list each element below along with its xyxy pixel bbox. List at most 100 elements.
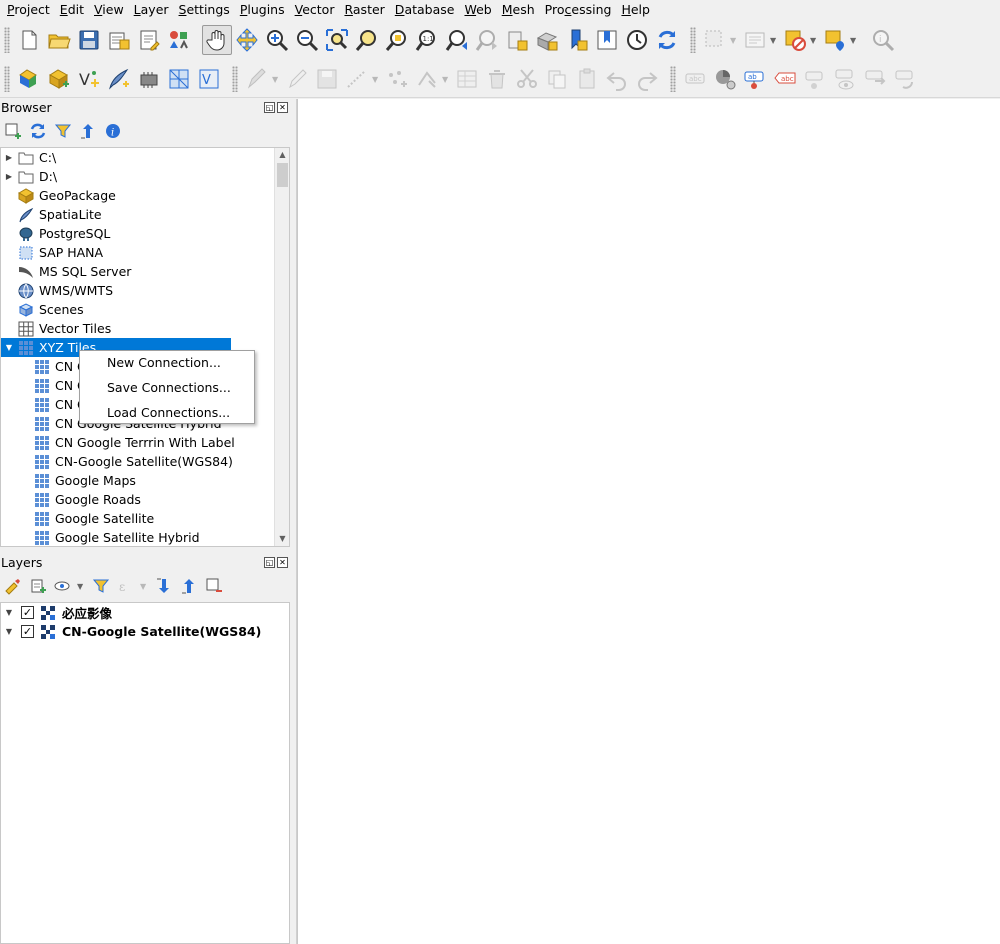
expression-dropdown-icon[interactable]: ▼ — [140, 582, 150, 591]
show-bookmarks-button[interactable] — [592, 25, 622, 55]
load-connections-menu-item[interactable]: Load Connections... — [80, 402, 254, 427]
scrollbar-thumb[interactable] — [277, 163, 288, 187]
filter-icon[interactable] — [52, 120, 74, 142]
close-panel-icon[interactable]: ✕ — [277, 102, 288, 113]
new-connection-menu-item[interactable]: New Connection... — [80, 352, 254, 377]
new-mesh-layer-button[interactable] — [164, 64, 194, 94]
show-hide-labels-button[interactable] — [830, 64, 860, 94]
toolbar-handle[interactable] — [690, 27, 696, 53]
highlight-pinned-labels-button[interactable]: ab — [740, 64, 770, 94]
zoom-to-selection-button[interactable] — [352, 25, 382, 55]
browser-item-vector-tiles[interactable]: Vector Tiles — [1, 319, 289, 338]
select-features-dropdown-icon[interactable]: ▼ — [730, 36, 740, 45]
add-group-icon[interactable] — [27, 575, 49, 597]
undo-button[interactable] — [602, 64, 632, 94]
vertex-tool-button[interactable] — [412, 64, 442, 94]
add-layer-icon[interactable] — [2, 120, 24, 142]
layer-labeling-options-button[interactable]: abc — [680, 64, 710, 94]
browser-item-geopackage[interactable]: GeoPackage — [1, 186, 289, 205]
browser-item-scenes[interactable]: Scenes — [1, 300, 289, 319]
pan-to-selection-button[interactable] — [232, 25, 262, 55]
save-layer-edits-button[interactable] — [312, 64, 342, 94]
map-canvas[interactable] — [297, 99, 1000, 944]
save-connections-menu-item[interactable]: Save Connections... — [80, 377, 254, 402]
remove-layer-icon[interactable] — [203, 575, 225, 597]
add-point-feature-button[interactable] — [382, 64, 412, 94]
deselect-features-button[interactable] — [780, 25, 810, 55]
panel-splitter[interactable] — [290, 99, 297, 944]
layer-item[interactable]: ▼ ✓ CN-Google Satellite(WGS84) — [1, 622, 289, 641]
browser-item-postgresql[interactable]: PostgreSQL — [1, 224, 289, 243]
save-as-button[interactable] — [104, 25, 134, 55]
menu-help[interactable]: Help — [616, 0, 655, 20]
pan-map-button[interactable] — [202, 25, 232, 55]
menu-database[interactable]: Database — [390, 0, 460, 20]
toggle-label-display-button[interactable]: abc — [770, 64, 800, 94]
print-layout-button[interactable] — [134, 25, 164, 55]
zoom-out-button[interactable] — [292, 25, 322, 55]
manage-visibility-icon[interactable] — [52, 575, 74, 597]
browser-item-d[interactable]: ▶ D:\ — [1, 167, 289, 186]
layer-visibility-checkbox[interactable]: ✓ — [21, 625, 34, 638]
select-features-button[interactable] — [700, 25, 730, 55]
refresh-icon[interactable] — [27, 120, 49, 142]
expand-all-icon[interactable] — [153, 575, 175, 597]
menu-web[interactable]: Web — [459, 0, 496, 20]
toolbar-handle[interactable] — [232, 66, 238, 92]
float-panel-icon[interactable]: ◱ — [264, 102, 275, 113]
browser-item-spatialite[interactable]: SpatiaLite — [1, 205, 289, 224]
deselect-dropdown-icon[interactable]: ▼ — [810, 36, 820, 45]
menu-edit[interactable]: Edit — [55, 0, 89, 20]
vertex-tool-dropdown-icon[interactable]: ▼ — [442, 75, 452, 84]
expand-arrow-icon[interactable]: ▶ — [1, 153, 17, 162]
layer-diagram-options-button[interactable] — [710, 64, 740, 94]
current-edits-button[interactable] — [242, 64, 272, 94]
menu-project[interactable]: Project — [2, 0, 55, 20]
current-edits-dropdown-icon[interactable]: ▼ — [272, 75, 282, 84]
menu-processing[interactable]: Processing — [540, 0, 617, 20]
filter-expression-icon[interactable]: ε — [115, 575, 137, 597]
xyz-connection-item[interactable]: Google Maps — [1, 471, 289, 490]
float-panel-icon[interactable]: ◱ — [264, 557, 275, 568]
zoom-native-resolution-button[interactable]: 1:1 — [412, 25, 442, 55]
xyz-connection-item[interactable]: Google Satellite Hybrid — [1, 528, 289, 546]
digitize-dropdown-icon[interactable]: ▼ — [372, 75, 382, 84]
data-source-manager-button[interactable] — [14, 64, 44, 94]
filter-legend-icon[interactable] — [90, 575, 112, 597]
zoom-last-button[interactable] — [442, 25, 472, 55]
visibility-dropdown-icon[interactable]: ▼ — [77, 582, 87, 591]
copy-features-button[interactable] — [542, 64, 572, 94]
redo-button[interactable] — [632, 64, 662, 94]
zoom-next-button[interactable] — [472, 25, 502, 55]
new-3d-map-view-button[interactable] — [532, 25, 562, 55]
zoom-full-button[interactable] — [322, 25, 352, 55]
menu-settings[interactable]: Settings — [174, 0, 235, 20]
xyz-connection-item[interactable]: Google Satellite — [1, 509, 289, 528]
scroll-up-icon[interactable]: ▲ — [275, 148, 289, 162]
browser-item-sap-hana[interactable]: SAP HANA — [1, 243, 289, 262]
new-spatialite-layer-button[interactable] — [104, 64, 134, 94]
xyz-connection-item[interactable]: Google Roads — [1, 490, 289, 509]
identify-features-button[interactable]: i — [868, 25, 898, 55]
new-shapefile-layer-button[interactable]: V — [74, 64, 104, 94]
select-location-dropdown-icon[interactable]: ▼ — [850, 36, 860, 45]
menu-mesh[interactable]: Mesh — [497, 0, 540, 20]
expand-arrow-icon[interactable]: ▼ — [1, 627, 17, 636]
browser-item-c[interactable]: ▶ C:\ — [1, 148, 289, 167]
new-project-button[interactable] — [14, 25, 44, 55]
new-bookmark-button[interactable] — [562, 25, 592, 55]
xyz-connection-item[interactable]: CN Google Terrrin With Label — [1, 433, 289, 452]
layer-visibility-checkbox[interactable]: ✓ — [21, 606, 34, 619]
toolbar-handle[interactable] — [4, 27, 10, 53]
expand-arrow-icon[interactable]: ▼ — [1, 608, 17, 617]
toggle-editing-button[interactable] — [282, 64, 312, 94]
temporal-controller-button[interactable] — [622, 25, 652, 55]
new-map-view-button[interactable] — [502, 25, 532, 55]
scroll-down-icon[interactable]: ▼ — [275, 532, 289, 546]
select-location-button[interactable] — [820, 25, 850, 55]
style-panel-icon[interactable] — [2, 575, 24, 597]
browser-item-ms-sql-server[interactable]: MS SQL Server — [1, 262, 289, 281]
properties-info-icon[interactable]: i — [102, 120, 124, 142]
toolbar-handle[interactable] — [670, 66, 676, 92]
paste-features-button[interactable] — [572, 64, 602, 94]
